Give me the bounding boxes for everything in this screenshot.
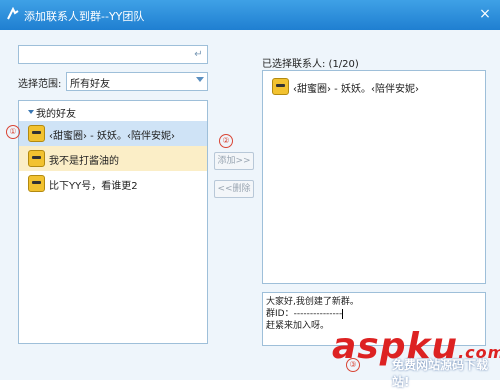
range-value: 所有好友 (70, 79, 110, 90)
selected-list[interactable]: ‹甜蜜圈› - 妖妖。‹陪伴安妮› (262, 70, 486, 284)
friend-name: 比下YY号，看谁更2 (49, 181, 138, 192)
selected-count-label: 已选择联系人: (1/20) (262, 59, 359, 70)
group-header[interactable]: 我的好友 (19, 104, 207, 120)
avatar-icon (272, 78, 289, 95)
add-button[interactable]: 添加>> (214, 152, 254, 170)
app-icon (7, 7, 19, 20)
expand-triangle-icon (28, 110, 34, 114)
dialog-body: ↵ 选择范围: 所有好友 我的好友 ‹甜蜜圈› - 妖妖。‹陪伴安妮› 我不是打… (0, 30, 500, 389)
friend-name: ‹甜蜜圈› - 妖妖。‹陪伴安妮› (49, 131, 175, 142)
avatar-icon (28, 125, 45, 142)
annotation-marker-2: ② (219, 134, 233, 148)
remove-button[interactable]: <<删除 (214, 180, 254, 198)
avatar-icon (28, 175, 45, 192)
list-item[interactable]: 比下YY号，看谁更2 (19, 171, 207, 196)
list-item[interactable]: ‹甜蜜圈› - 妖妖。‹陪伴安妮› (263, 74, 485, 99)
title-bar: 添加联系人到群--YY团队 × (0, 0, 500, 30)
friend-name: 我不是打酱油的 (49, 156, 119, 167)
avatar-icon (28, 150, 45, 167)
watermark-subtext: 免费网站源码下载站! (392, 358, 489, 389)
friends-list[interactable]: 我的好友 ‹甜蜜圈› - 妖妖。‹陪伴安妮› 我不是打酱油的 比下YY号，看谁更… (18, 100, 208, 344)
message-line: 群ID：--------------- (266, 308, 344, 319)
list-item[interactable]: ‹甜蜜圈› - 妖妖。‹陪伴安妮› (19, 121, 207, 146)
search-input[interactable]: ↵ (18, 45, 208, 64)
window-title: 添加联系人到群--YY团队 (24, 10, 145, 23)
message-line: 大家好,我创建了新群。 (266, 297, 359, 307)
selected-name: ‹甜蜜圈› - 妖妖。‹陪伴安妮› (293, 84, 419, 95)
chevron-down-icon (196, 77, 204, 82)
enter-icon[interactable]: ↵ (191, 47, 206, 62)
range-select[interactable]: 所有好友 (66, 72, 208, 91)
list-item[interactable]: 我不是打酱油的 (19, 146, 207, 171)
group-label: 我的好友 (36, 109, 76, 120)
annotation-marker-1: ① (6, 125, 20, 139)
text-caret (342, 308, 344, 319)
range-label: 选择范围: (18, 79, 62, 90)
message-line: 赶紧来加入呀。 (266, 321, 330, 331)
close-icon[interactable]: × (476, 6, 494, 22)
